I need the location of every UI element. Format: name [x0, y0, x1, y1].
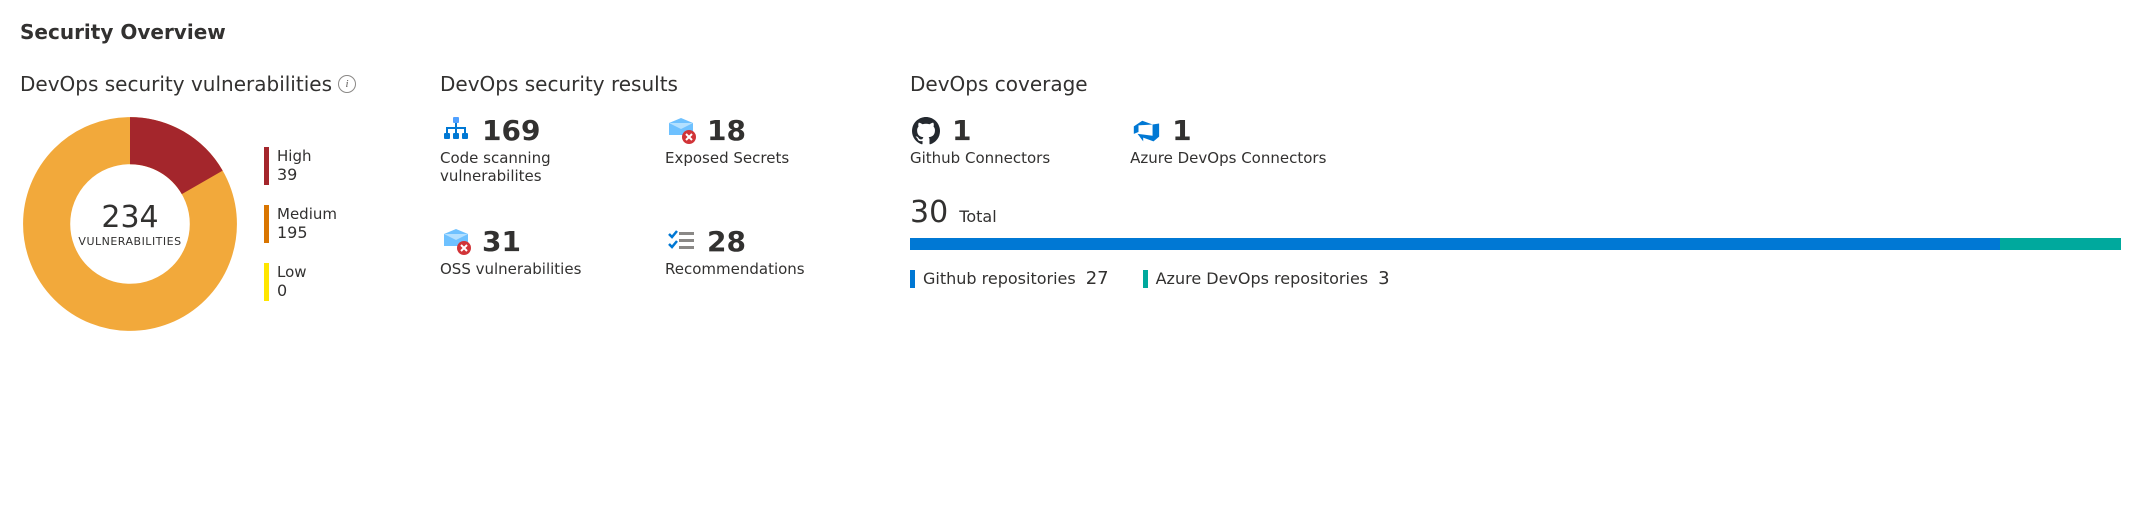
stat-label: Github Connectors: [910, 149, 1050, 167]
coverage-total-label: Total: [959, 207, 996, 226]
legend-value: 195: [277, 223, 337, 242]
vulnerabilities-total-label: VULNERABILITIES: [78, 235, 181, 248]
vulnerabilities-legend: High 39 Medium 195 Low 0: [264, 147, 337, 301]
github-icon: [910, 115, 942, 147]
stat-label: Code scanning vulnerabilites: [440, 149, 645, 185]
stat-label: Azure DevOps Connectors: [1130, 149, 1326, 167]
swatch-github: [910, 270, 915, 288]
stat-label: Recommendations: [665, 260, 870, 278]
legend-swatch-medium: [264, 205, 269, 243]
legend-item-low: Low 0: [264, 263, 337, 301]
stat-value: 1: [1172, 114, 1191, 147]
legend-swatch-low: [264, 263, 269, 301]
stat-value: 31: [482, 225, 521, 258]
coverage-bar-github: [910, 238, 2000, 250]
vulnerabilities-panel: DevOps security vulnerabilities i 234 VU…: [20, 72, 400, 334]
recommendations-icon: [665, 226, 697, 258]
vulnerabilities-donut-chart: 234 VULNERABILITIES: [20, 114, 240, 334]
stat-exposed-secrets[interactable]: 18 Exposed Secrets: [665, 114, 870, 185]
coverage-bar-chart: [910, 238, 2121, 250]
stat-value: 1: [952, 114, 971, 147]
coverage-legend-label: Github repositories: [923, 269, 1076, 288]
coverage-legend-github: Github repositories 27: [910, 268, 1109, 289]
stat-value: 18: [707, 114, 746, 147]
legend-swatch-high: [264, 147, 269, 185]
legend-item-high: High 39: [264, 147, 337, 185]
stat-label: OSS vulnerabilities: [440, 260, 645, 278]
stat-value: 28: [707, 225, 746, 258]
coverage-bar-azure: [2000, 238, 2121, 250]
legend-item-medium: Medium 195: [264, 205, 337, 243]
legend-value: 0: [277, 281, 307, 300]
info-icon[interactable]: i: [338, 75, 356, 93]
coverage-legend-label: Azure DevOps repositories: [1156, 269, 1369, 288]
coverage-bar-legend: Github repositories 27 Azure DevOps repo…: [910, 268, 2121, 289]
legend-label: Medium: [277, 205, 337, 223]
stat-label: Exposed Secrets: [665, 149, 870, 167]
coverage-total: 30 Total: [910, 195, 2121, 230]
swatch-azure: [1143, 270, 1148, 288]
stat-value: 169: [482, 114, 540, 147]
oss-vulnerabilities-icon: [440, 226, 472, 258]
code-scanning-icon: [440, 115, 472, 147]
coverage-legend-value: 3: [1378, 268, 1389, 289]
stat-recommendations[interactable]: 28 Recommendations: [665, 225, 870, 278]
vulnerabilities-title-text: DevOps security vulnerabilities: [20, 72, 332, 96]
coverage-legend-azure: Azure DevOps repositories 3: [1143, 268, 1390, 289]
legend-value: 39: [277, 165, 311, 184]
overview-row: DevOps security vulnerabilities i 234 VU…: [20, 72, 2121, 334]
security-results-title: DevOps security results: [440, 72, 870, 96]
stat-github-connectors[interactable]: 1 Github Connectors: [910, 114, 1050, 167]
azure-devops-icon: [1130, 115, 1162, 147]
page-title: Security Overview: [20, 20, 2121, 44]
coverage-total-value: 30: [910, 195, 948, 230]
stat-azure-devops-connectors[interactable]: 1 Azure DevOps Connectors: [1130, 114, 1326, 167]
legend-label: High: [277, 147, 311, 165]
coverage-title: DevOps coverage: [910, 72, 2121, 96]
coverage-legend-value: 27: [1086, 268, 1109, 289]
legend-label: Low: [277, 263, 307, 281]
security-results-panel: DevOps security results 169 C: [440, 72, 870, 278]
vulnerabilities-total: 234: [78, 200, 181, 235]
stat-oss-vulnerabilities[interactable]: 31 OSS vulnerabilities: [440, 225, 645, 278]
coverage-panel: DevOps coverage 1 Github Connectors: [910, 72, 2121, 289]
vulnerabilities-title: DevOps security vulnerabilities i: [20, 72, 400, 96]
exposed-secrets-icon: [665, 115, 697, 147]
stat-code-scanning[interactable]: 169 Code scanning vulnerabilites: [440, 114, 645, 185]
